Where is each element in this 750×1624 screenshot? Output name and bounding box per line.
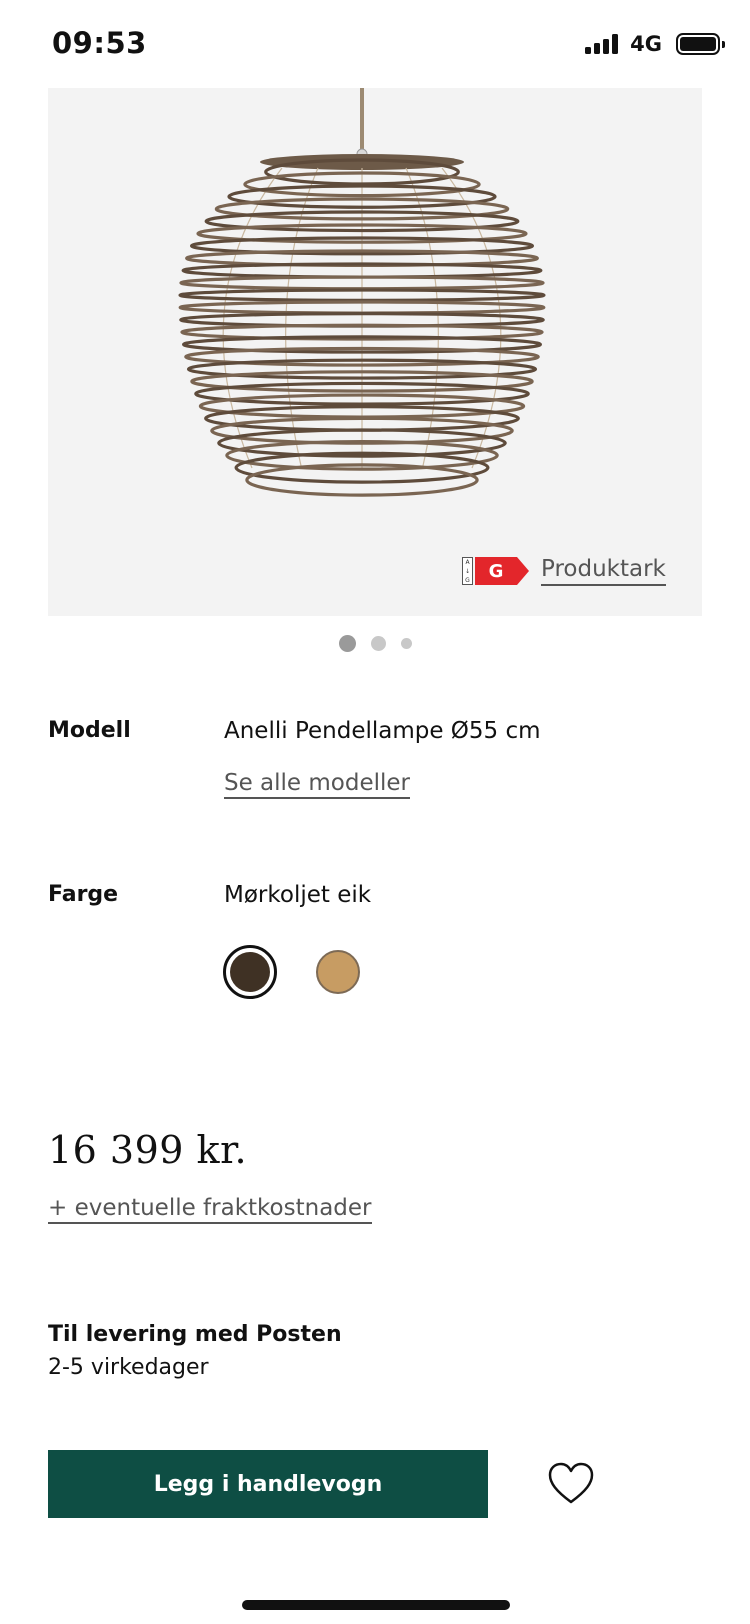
model-label: Modell (48, 718, 131, 743)
price: 16 399 kr. (48, 1128, 248, 1172)
color-swatch-dark-oak[interactable] (223, 945, 277, 999)
wishlist-button[interactable] (548, 1462, 594, 1506)
delivery-time: 2-5 virkedager (48, 1355, 209, 1380)
color-label: Farge (48, 882, 119, 907)
delivery-title: Til levering med Posten (48, 1322, 342, 1347)
color-swatch-light-oak[interactable] (316, 950, 360, 994)
energy-scale: A ↓ G (462, 557, 473, 585)
home-indicator (242, 1600, 510, 1610)
pendant-lamp-image (178, 88, 546, 497)
model-value: Anelli Pendellampe Ø55 cm (224, 718, 541, 744)
battery-icon (676, 33, 725, 55)
heart-icon (548, 1462, 594, 1504)
shipping-costs-link[interactable]: + eventuelle fraktkostnader (48, 1195, 372, 1224)
all-models-link[interactable]: Se alle modeller (224, 770, 411, 799)
status-bar: 09:53 4G (0, 0, 750, 90)
datasheet-link[interactable]: Produktark (541, 556, 666, 586)
gallery-dot-active[interactable] (338, 635, 356, 652)
color-value: Mørkoljet eik (224, 882, 372, 908)
energy-label-link[interactable]: A ↓ G G Produktark (462, 556, 666, 586)
gallery-dot[interactable] (370, 636, 386, 651)
status-icons: 4G (585, 32, 725, 56)
product-image[interactable]: A ↓ G G Produktark (48, 88, 702, 616)
energy-label-icon: A ↓ G G (462, 557, 529, 585)
add-to-cart-button[interactable]: Legg i handlevogn (48, 1450, 488, 1518)
gallery-dot[interactable] (400, 638, 412, 649)
network-type: 4G (630, 32, 662, 56)
gallery-pagination (0, 635, 750, 652)
status-time: 09:53 (52, 26, 147, 60)
energy-class-badge: G (475, 557, 529, 585)
cellular-signal-icon (585, 34, 619, 54)
